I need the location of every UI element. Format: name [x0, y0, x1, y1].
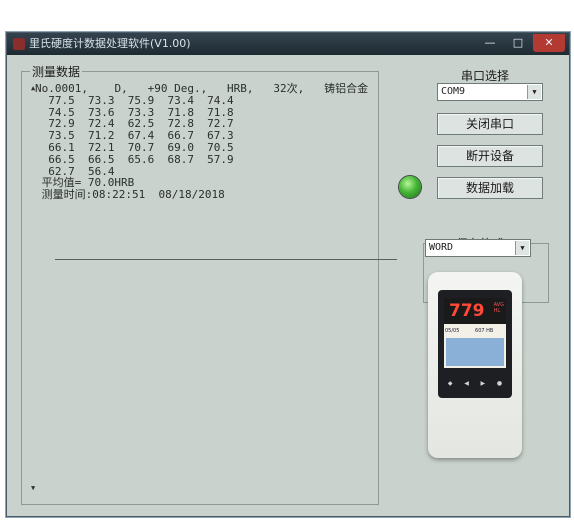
device-face: 779 AVG HL 05/05 607 HB ◆ ◀ ▶ ● — [438, 290, 512, 398]
measure-time-line: 测量时间:08:22:51 08/18/2018 — [35, 188, 225, 202]
chevron-down-icon[interactable]: ▼ — [527, 85, 541, 99]
device-key-icon: ▶ — [480, 379, 486, 387]
device-chart — [446, 338, 504, 366]
port-select-value: COM9 — [441, 86, 466, 97]
close-port-button[interactable]: 关闭串口 — [437, 113, 543, 135]
window-title: 里氏硬度计数据处理软件(V1.00) — [29, 37, 191, 50]
device-mode: AVG HL — [494, 302, 504, 314]
data-divider — [55, 259, 397, 260]
measure-data-text[interactable]: ▲ No.0001, D, +90 Deg., HRB, 32次, 铸铝合金 7… — [31, 83, 397, 493]
minimize-button[interactable]: — — [477, 34, 503, 52]
disconnect-device-button[interactable]: 断开设备 — [437, 145, 543, 167]
device-key-icon: ◆ — [447, 379, 453, 387]
port-select[interactable]: COM9 ▼ — [437, 83, 543, 101]
device-info-row: 05/05 607 HB — [445, 328, 505, 335]
chevron-down-icon[interactable]: ▼ — [515, 241, 529, 255]
measure-data-title: 测量数据 — [30, 63, 83, 80]
hardness-tester-image: 779 AVG HL 05/05 607 HB ◆ ◀ ▶ ● — [428, 272, 522, 458]
device-key-icon: ◀ — [464, 379, 469, 387]
title-bar: 里氏硬度计数据处理软件(V1.00) — □ ✕ — [7, 33, 569, 55]
format-select[interactable]: WORD ▼ — [425, 239, 531, 257]
device-value: 607 HB — [475, 328, 494, 334]
load-data-button[interactable]: 数据加载 — [437, 177, 543, 199]
data-line: 66.5 66.5 65.6 68.7 57.9 — [35, 152, 234, 166]
device-count: 05/05 — [445, 328, 460, 334]
close-button[interactable]: ✕ — [533, 34, 565, 52]
data-line: 66.1 72.1 70.7 69.0 70.5 — [35, 140, 234, 154]
app-icon — [13, 38, 25, 50]
format-select-value: WORD — [429, 242, 454, 253]
data-line: 77.5 73.3 75.9 73.4 74.4 — [35, 93, 234, 107]
scroll-down-icon[interactable]: ▼ — [31, 483, 35, 495]
status-led-indicator — [399, 176, 421, 198]
device-power-icon: ● — [496, 379, 503, 387]
device-mode-hl: HL — [493, 308, 501, 314]
device-keys: ◆ ◀ ▶ ● — [442, 376, 508, 390]
maximize-button[interactable]: □ — [505, 34, 531, 52]
scroll-up-icon[interactable]: ▲ — [31, 83, 35, 95]
device-screen: 779 AVG HL 05/05 607 HB — [444, 298, 506, 368]
port-label: 串口选择 — [461, 69, 510, 83]
